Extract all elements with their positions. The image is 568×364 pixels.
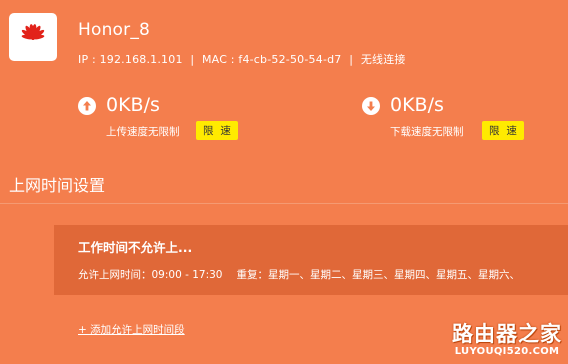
schedule-rule-card[interactable]: 工作时间不允许上... 允许上网时间：09:00 - 17:30 重复：星期一、星… [54, 225, 568, 295]
info-separator: | [349, 53, 354, 66]
upload-speed-label: 上传速度无限制 [106, 126, 180, 138]
add-time-slot-link[interactable]: + 添加允许上网时间段 [78, 322, 185, 337]
upload-limit-button[interactable]: 限 速 [196, 121, 238, 140]
section-divider [0, 203, 568, 204]
upload-speed-value: 0KB/s [106, 94, 160, 116]
device-info: IP : 192.168.1.101 | MAC : f4-cb-52-50-5… [78, 51, 406, 67]
watermark-url: LUYOUQI520.COM [454, 346, 560, 357]
download-speed-label: 下载速度无限制 [390, 126, 464, 138]
watermark: 路由器之家 LUYOUQI520.COM [452, 318, 562, 357]
info-separator: | [190, 53, 195, 66]
arrow-down-circle-icon [362, 97, 380, 115]
connection-type: 无线连接 [360, 53, 406, 66]
schedule-section-title: 上网时间设置 [9, 176, 106, 195]
rule-repeat-days: 重复：星期一、星期二、星期三、星期四、星期五、星期六、 [236, 269, 520, 281]
mac-address: MAC : f4-cb-52-50-54-d7 [201, 53, 342, 66]
ip-address: IP : 192.168.1.101 [78, 53, 183, 66]
rule-title: 工作时间不允许上... [78, 240, 193, 255]
arrow-up-circle-icon [78, 97, 96, 115]
download-limit-button[interactable]: 限 速 [482, 121, 524, 140]
rule-allowed-time: 允许上网时间：09:00 - 17:30 [78, 269, 223, 281]
device-logo [9, 13, 57, 61]
watermark-text: 路由器之家 [452, 322, 562, 346]
rule-detail: 允许上网时间：09:00 - 17:30 重复：星期一、星期二、星期三、星期四、星… [78, 267, 520, 282]
huawei-logo-icon [21, 24, 45, 40]
download-speed-value: 0KB/s [390, 94, 444, 116]
device-name: Honor_8 [78, 20, 151, 40]
